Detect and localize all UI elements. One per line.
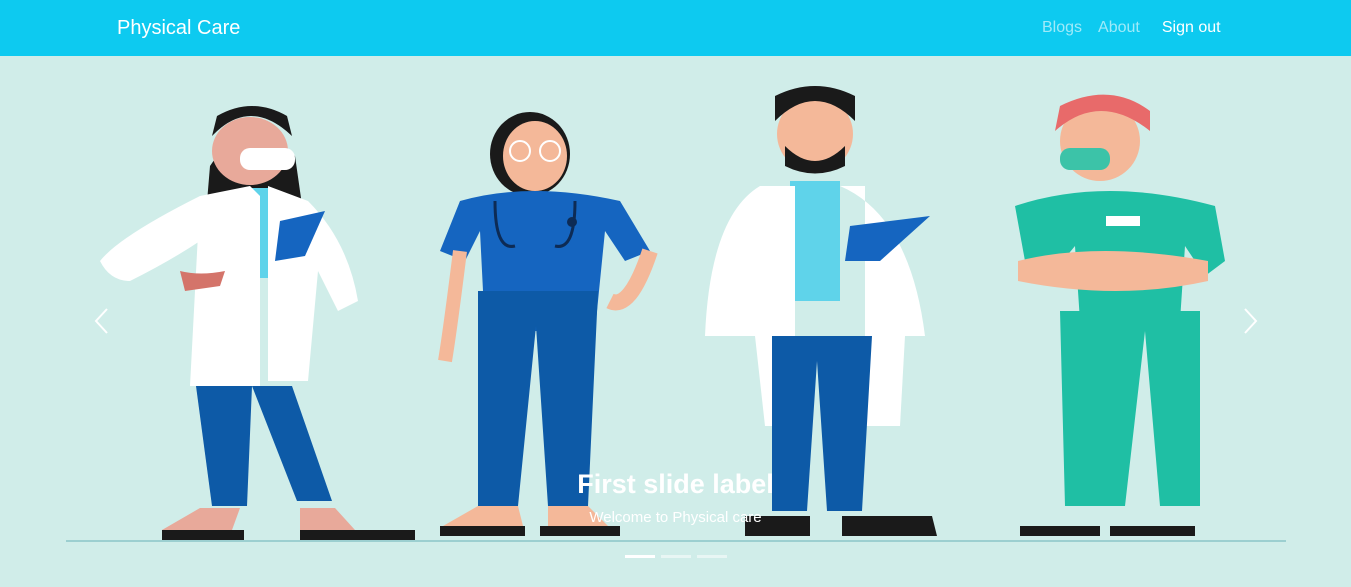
carousel-indicator-2[interactable] xyxy=(660,555,691,558)
floor-line xyxy=(66,540,1286,542)
carousel-next-button[interactable] xyxy=(1234,306,1264,336)
carousel-caption-text: Welcome to Physical care xyxy=(589,509,762,526)
sign-out-link[interactable]: Sign out xyxy=(1154,14,1229,42)
carousel-prev-button[interactable] xyxy=(88,306,118,336)
nav-links: Blogs About Sign out xyxy=(1034,14,1229,42)
carousel-indicator-3[interactable] xyxy=(696,555,727,558)
brand-link[interactable]: Physical Care xyxy=(117,14,240,42)
top-navbar: Physical Care Blogs About Sign out xyxy=(0,0,1351,56)
nav-link-blogs[interactable]: Blogs xyxy=(1034,14,1090,42)
carousel-indicators xyxy=(0,555,1351,558)
carousel-indicator-1[interactable] xyxy=(624,555,655,558)
nav-link-about[interactable]: About xyxy=(1090,14,1148,42)
chevron-right-icon xyxy=(1244,308,1258,334)
chevron-left-icon xyxy=(94,308,108,334)
carousel-caption-title: First slide label xyxy=(577,469,774,499)
hero-carousel: First slide label Welcome to Physical ca… xyxy=(0,56,1351,587)
